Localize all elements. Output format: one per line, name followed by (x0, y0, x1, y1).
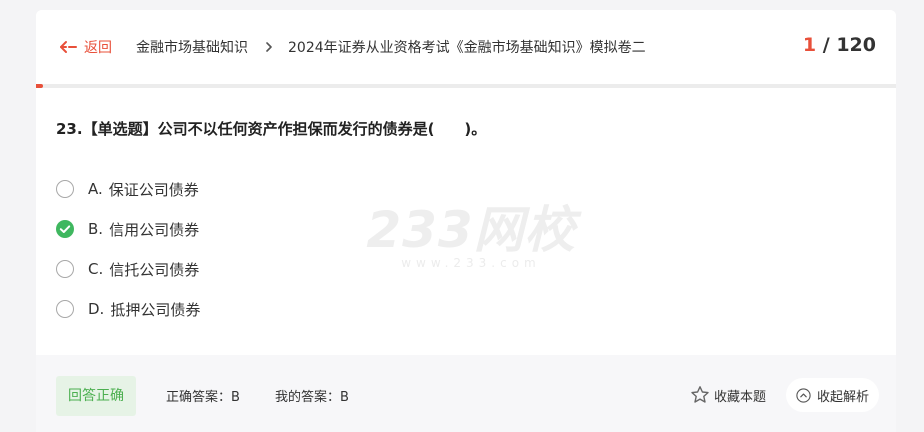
back-button[interactable]: 返回 (58, 37, 112, 57)
option-letter: A. (88, 180, 103, 198)
option-text: 信用公司债券 (109, 220, 200, 239)
radio-icon[interactable] (56, 300, 74, 318)
counter-total: 120 (836, 34, 876, 56)
breadcrumb-paper: 2024年证券从业资格考试《金融市场基础知识》模拟卷二 (288, 40, 646, 56)
option-text: 抵押公司债券 (110, 300, 201, 319)
option-text: 信托公司债券 (109, 260, 200, 279)
chevron-up-circle-icon (796, 387, 811, 403)
watermark: 233网校 www.233.com (336, 202, 606, 270)
arrow-left-icon (60, 41, 77, 53)
watermark-url: www.233.com (401, 256, 541, 270)
option-d[interactable]: D. 抵押公司债券 (56, 289, 200, 329)
question-card: 返回 金融市场基础知识 2024年证券从业资格考试《金融市场基础知识》模拟卷二 … (36, 10, 896, 432)
star-outline-icon (691, 386, 709, 403)
option-letter: B. (88, 220, 104, 238)
option-c[interactable]: C. 信托公司债券 (56, 249, 200, 289)
counter-current: 1 (802, 34, 817, 56)
option-letter: D. (88, 300, 105, 318)
progress-fill (36, 84, 44, 88)
counter-separator: / (816, 34, 837, 56)
radio-icon[interactable] (56, 180, 74, 198)
result-badge: 回答正确 (56, 376, 136, 416)
chevron-right-icon (266, 42, 272, 52)
favorite-label: 收藏本题 (714, 389, 767, 405)
favorite-button[interactable]: 收藏本题 (690, 375, 766, 415)
options-list: A. 保证公司债券 B. 信用公司债券 C. 信托公司债券 D. 抵押公司债券 (56, 169, 200, 329)
option-letter: C. (88, 260, 104, 278)
option-b[interactable]: B. 信用公司债券 (56, 209, 200, 249)
option-text: 保证公司债券 (108, 180, 199, 199)
my-answer: 我的答案：B (275, 390, 349, 405)
check-circle-icon[interactable] (56, 220, 74, 238)
collapse-label: 收起解析 (817, 389, 870, 405)
option-a[interactable]: A. 保证公司债券 (56, 169, 200, 209)
back-label: 返回 (84, 40, 112, 56)
question-text: 23.【单选题】公司不以任何资产作担保而发行的债券是( )。 (56, 120, 487, 138)
answer-footer: 回答正确 正确答案：B 我的答案：B 收藏本题 收起解析 (36, 355, 896, 432)
breadcrumb: 金融市场基础知识 2024年证券从业资格考试《金融市场基础知识》模拟卷二 (136, 37, 646, 57)
collapse-analysis-button[interactable]: 收起解析 (786, 378, 880, 412)
correct-answer: 正确答案：B (166, 390, 240, 405)
header-bar: 返回 金融市场基础知识 2024年证券从业资格考试《金融市场基础知识》模拟卷二 … (36, 10, 896, 84)
breadcrumb-subject[interactable]: 金融市场基础知识 (136, 37, 248, 57)
question-counter: 1 / 120 (803, 34, 876, 56)
progress-bar (36, 84, 896, 88)
watermark-logo: 233网校 (366, 201, 576, 259)
radio-icon[interactable] (56, 260, 74, 278)
